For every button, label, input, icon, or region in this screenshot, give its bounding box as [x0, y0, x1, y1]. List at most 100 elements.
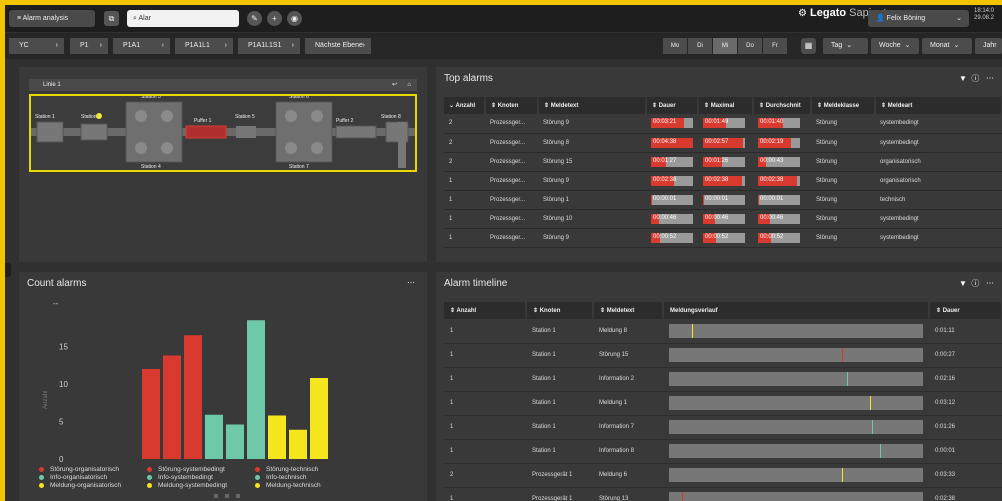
pager-dot[interactable] — [214, 494, 218, 498]
puffer-1-buffer[interactable] — [185, 125, 227, 139]
table-row[interactable]: 2 Prozessger... Störung 8 00:04:38 00:02:57 0… — [444, 133, 1002, 153]
day-toggle[interactable]: Mi — [713, 38, 737, 54]
layout-icon[interactable]: ⧉ — [104, 11, 119, 26]
column-header[interactable]: Meldungsverlauf — [663, 302, 930, 319]
station-1-machine[interactable] — [36, 121, 64, 143]
timeline-marker[interactable] — [681, 492, 683, 501]
timeline-track[interactable] — [669, 323, 923, 338]
filter-icon[interactable]: ▼ — [959, 279, 967, 288]
puffer-2-buffer[interactable] — [335, 125, 377, 139]
timeline-marker[interactable] — [691, 323, 693, 338]
timeline-marker[interactable] — [846, 372, 848, 386]
table-row[interactable]: 2 Prozessger... Störung 9 00:03:21 00:01:49 0… — [444, 114, 1002, 134]
day-toggle[interactable]: Mo — [663, 38, 687, 54]
column-header[interactable]: ⇕ Maximal — [698, 97, 754, 114]
legend-item[interactable]: Störung-technisch — [255, 466, 318, 473]
timeline-track[interactable] — [669, 348, 923, 362]
table-row[interactable]: 1 Prozessger... Störung 10 00:00:46 00:00:46… — [444, 209, 1002, 229]
timeline-track[interactable] — [669, 372, 923, 386]
breadcrumb-item[interactable]: YC › — [9, 38, 64, 54]
timeline-marker[interactable] — [869, 396, 871, 410]
station-2-machine[interactable] — [80, 123, 108, 141]
legend-item[interactable]: Info-organisatorisch — [39, 474, 107, 481]
breadcrumb-item[interactable]: P1A1L1 › — [175, 38, 233, 54]
column-header[interactable]: ⌄ Anzahl — [444, 97, 486, 114]
edit-icon[interactable]: ✎ — [247, 11, 262, 26]
timeline-marker[interactable] — [841, 348, 843, 362]
timeline-marker[interactable] — [841, 468, 843, 482]
column-header[interactable]: ⇕ Meldetext — [538, 97, 647, 114]
legend-item[interactable]: Störung-organisatorisch — [39, 466, 119, 473]
sidebar-toggle[interactable] — [5, 263, 11, 277]
breadcrumb-item[interactable]: P1 › — [70, 38, 108, 54]
granularity-dropdown[interactable]: Monat ⌄ — [922, 38, 972, 54]
granularity-dropdown[interactable]: Jahr⌄ — [975, 38, 1002, 54]
legend-item[interactable]: Störung-systembedingt — [147, 466, 225, 473]
chart-bar[interactable] — [247, 320, 265, 459]
timeline-track[interactable] — [669, 492, 923, 501]
column-header[interactable]: ⇕ Durchschnit — [753, 97, 812, 114]
legend-item[interactable]: Meldung-systembedingt — [147, 482, 227, 489]
timeline-track[interactable] — [669, 420, 923, 434]
more-icon[interactable]: ⋯ — [986, 279, 994, 288]
calendar-icon[interactable]: ▦ — [801, 38, 816, 54]
column-header[interactable]: ⇕ Knoten — [485, 97, 539, 114]
timeline-track[interactable] — [669, 396, 923, 410]
search-input[interactable]: ⌕ Alar — [127, 10, 239, 27]
station-3-4-machine[interactable] — [125, 101, 183, 163]
station-6-7-machine[interactable] — [275, 101, 333, 163]
timeline-track[interactable] — [669, 444, 923, 458]
table-row[interactable]: 2 Prozessgerät 1 Meldung 6 0:03:33 — [444, 463, 1002, 488]
info-icon[interactable]: ⓘ — [971, 74, 979, 83]
table-row[interactable]: 1 Prozessger... Störung 9 00:02:38 00:02:38 0… — [444, 171, 1002, 191]
column-header[interactable]: ⇕ Meldetext — [593, 302, 664, 319]
pager-dot[interactable] — [225, 494, 229, 498]
timeline-track[interactable] — [669, 468, 923, 482]
table-row[interactable]: 1 Station 1 Störung 15 0:00:27 — [444, 343, 1002, 368]
granularity-dropdown[interactable]: Woche ⌄ — [871, 38, 919, 54]
chart-bar[interactable] — [226, 424, 244, 460]
timeline-marker[interactable] — [872, 420, 874, 434]
day-toggle[interactable]: Do — [738, 38, 762, 54]
table-row[interactable]: 1 Station 1 Information 2 0:02:16 — [444, 367, 1002, 392]
chart-bar[interactable] — [163, 355, 181, 460]
add-icon[interactable]: + — [267, 11, 282, 26]
chart-bar[interactable] — [142, 369, 160, 459]
table-row[interactable]: 2 Prozessger... Störung 15 00:01:27 00:01:26… — [444, 152, 1002, 172]
chart-bar[interactable] — [205, 414, 223, 459]
chart-bar[interactable] — [268, 415, 286, 460]
back-icon[interactable]: ↩ — [392, 79, 397, 91]
table-row[interactable]: 1 Station 1 Meldung 1 0:03:12 — [444, 391, 1002, 416]
table-row[interactable]: 1 Station 1 Information 8 0:00:01 — [444, 439, 1002, 464]
table-row[interactable]: 1 Prozessger... Störung 1 00:00:01 00:00:01 0… — [444, 190, 1002, 210]
column-header[interactable]: ⇕ Dauer — [929, 302, 1002, 319]
chart-bar[interactable] — [184, 335, 202, 459]
column-header[interactable]: ⇕ Anzahl — [444, 302, 527, 319]
station-5-machine[interactable] — [236, 126, 256, 138]
chart-bar[interactable] — [289, 429, 307, 459]
breadcrumb-item[interactable]: P1A1 › — [113, 38, 170, 54]
camera-icon[interactable]: ◉ — [287, 11, 302, 26]
home-icon[interactable]: ⌂ — [407, 79, 411, 91]
more-icon[interactable]: ⋯ — [986, 74, 994, 83]
pager-dot[interactable] — [236, 494, 240, 498]
legend-item[interactable]: Meldung-technisch — [255, 482, 321, 489]
info-icon[interactable]: ⓘ — [971, 279, 979, 288]
chart-bar[interactable] — [310, 378, 328, 459]
table-row[interactable]: 1 Prozessgerät 1 Störung 13 0:02:38 — [444, 487, 1002, 501]
legend-item[interactable]: Info-systembedingt — [147, 474, 213, 481]
line-tab[interactable]: Linie 1 ↩ ⌂ — [29, 79, 417, 91]
legend-item[interactable]: Info-technisch — [255, 474, 306, 481]
granularity-dropdown[interactable]: Tag ⌄ — [823, 38, 868, 54]
table-row[interactable]: 1 Station 1 Meldung 8 0:01:11 — [444, 319, 1002, 344]
more-icon[interactable]: ⋯ — [407, 278, 415, 287]
breadcrumb-item[interactable]: Nächste Ebene › — [305, 38, 371, 54]
table-row[interactable]: 1 Station 1 Information 7 0:01:26 — [444, 415, 1002, 440]
legend-item[interactable]: Meldung-organisatorisch — [39, 482, 121, 489]
column-header[interactable]: ⇕ Meldeklasse — [811, 97, 876, 114]
table-row[interactable]: 1 Prozessger... Störung 9 00:00:52 00:00:52 0… — [444, 228, 1002, 248]
filter-icon[interactable]: ▼ — [959, 74, 967, 83]
column-header[interactable]: ⇕ Dauer — [646, 97, 699, 114]
menu-button[interactable]: ≡ Alarm analysis — [9, 10, 95, 27]
chart-pager[interactable] — [214, 493, 247, 500]
